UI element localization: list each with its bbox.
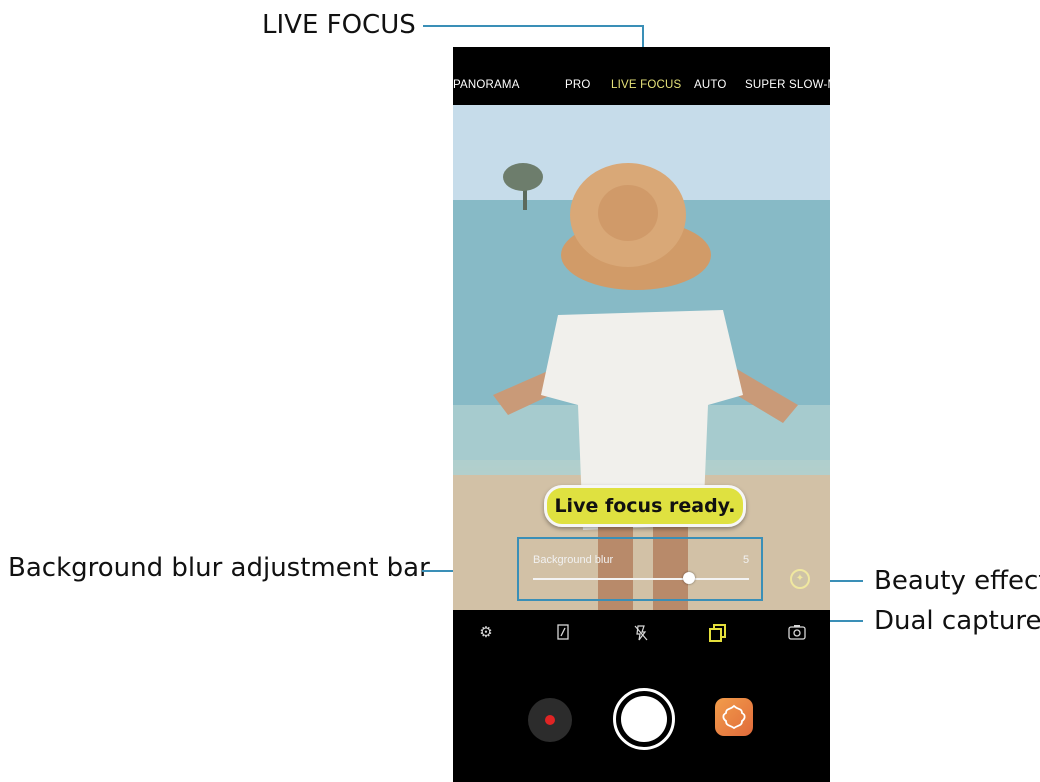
callout-background-blur-bar: Background blur adjustment bar (8, 553, 430, 583)
gallery-button[interactable] (715, 698, 753, 736)
callout-dual-capture: Dual capture (874, 606, 1040, 636)
shutter-inner (621, 696, 667, 742)
beauty-effect-button[interactable]: ✦ (790, 569, 810, 589)
ratio-icon[interactable] (554, 624, 572, 642)
dual-capture-icon[interactable] (708, 623, 728, 643)
camera-mode-bar: PANORAMA PRO LIVE FOCUS AUTO SUPER SLOW-… (453, 47, 830, 105)
background-blur-value: 5 (743, 554, 750, 566)
switch-camera-icon[interactable] (788, 624, 806, 642)
background-blur-slider-track[interactable] (533, 578, 749, 580)
mode-live-focus[interactable]: LIVE FOCUS (611, 79, 681, 91)
camera-viewfinder[interactable] (453, 105, 830, 610)
callout-live-focus: LIVE FOCUS (262, 10, 416, 40)
shutter-button[interactable] (613, 688, 675, 750)
flash-off-icon[interactable] (632, 624, 650, 642)
mode-auto[interactable]: AUTO (694, 79, 727, 91)
mode-pro[interactable]: PRO (565, 79, 591, 91)
mode-panorama[interactable]: PANORAMA (453, 79, 520, 91)
viewfinder-scene (453, 105, 830, 610)
background-blur-slider-thumb[interactable] (682, 572, 695, 584)
flower-icon (722, 704, 746, 730)
phone-screen: PANORAMA PRO LIVE FOCUS AUTO SUPER SLOW-… (453, 47, 830, 782)
record-video-button[interactable] (528, 698, 572, 742)
settings-icon[interactable]: ⚙ (477, 624, 495, 642)
record-dot-icon (545, 715, 555, 725)
beauty-icon: ✦ (795, 573, 805, 584)
mode-super-slow-mo[interactable]: SUPER SLOW-M (745, 79, 830, 91)
live-focus-ready-toast: Live focus ready. (544, 485, 746, 527)
background-blur-box (517, 537, 763, 601)
callout-beauty-effect: Beauty effect (874, 566, 1040, 596)
background-blur-label: Background blur (533, 554, 614, 566)
callout-live-focus-line-h (423, 25, 644, 27)
